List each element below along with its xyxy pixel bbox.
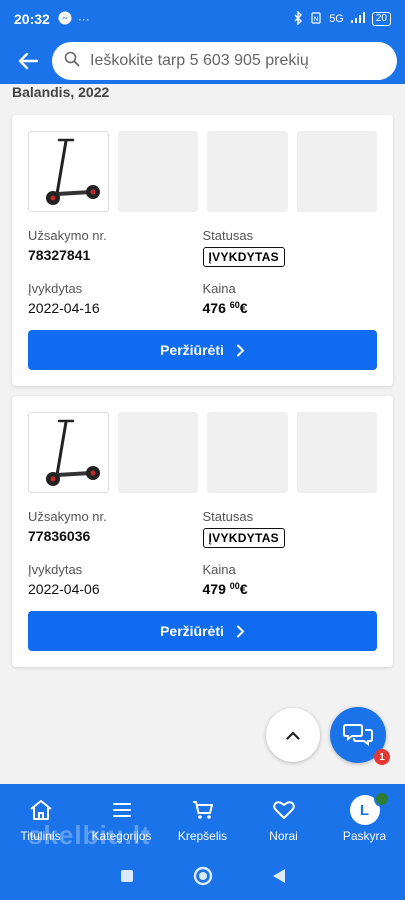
month-heading: Balandis, 2022 [12, 84, 110, 100]
price-main: 476 [202, 300, 226, 316]
thumbnail-placeholder [207, 412, 288, 493]
thumbnail-placeholder [117, 131, 199, 212]
fulfilled-label: Įvykdytas [28, 281, 83, 296]
product-thumbnail[interactable] [28, 131, 109, 212]
scooter-image [46, 419, 101, 486]
menu-icon [112, 797, 131, 823]
chat-notification-badge: 1 [374, 749, 390, 765]
chevron-right-icon [236, 344, 245, 356]
nav-label: Paskyra [342, 829, 387, 843]
nav-label: Krepšelis [177, 829, 228, 843]
nav-label: Kategorijos [91, 829, 152, 843]
view-order-label: Peržiūrėti [160, 342, 224, 358]
status-label: Statusas [202, 228, 254, 243]
chevron-right-icon [236, 625, 245, 637]
nav-item-account[interactable]: L Paskyra [324, 784, 405, 856]
nav-item-categories[interactable]: Kategorijos [81, 784, 162, 856]
status-badge: ĮVYKDYTAS [202, 528, 285, 548]
order-price: 479 00€ [203, 581, 378, 597]
thumbnail-placeholder [117, 412, 199, 493]
signal-icon [350, 11, 366, 27]
price-label: Kaina [202, 281, 236, 296]
system-navigation [0, 856, 405, 900]
nav-label: Titulinis [20, 829, 61, 843]
product-thumbnail[interactable] [28, 412, 109, 493]
order-card: Užsakymo nr. 77836036 Statusas ĮVYKDYTAS… [12, 396, 393, 667]
chevron-up-icon [286, 730, 300, 740]
avatar: L [349, 791, 390, 825]
recent-apps-button[interactable] [120, 869, 134, 888]
status-label: Statusas [202, 509, 254, 524]
thumbnail-placeholder [207, 131, 288, 212]
home-icon [29, 797, 53, 823]
view-order-label: Peržiūrėti [160, 623, 224, 639]
chat-bubbles-icon [343, 724, 373, 746]
nav-item-cart[interactable]: Krepšelis [162, 784, 243, 856]
back-button[interactable] [12, 45, 44, 77]
search-input[interactable] [90, 52, 385, 70]
bottom-navigation: Titulinis Kategorijos Krepšelis Norai L … [0, 784, 405, 856]
fulfilled-date: 2022-04-06 [28, 581, 100, 597]
heart-icon [272, 797, 295, 823]
nav-label: Norai [269, 829, 298, 843]
order-number-label: Užsakymo nr. [28, 228, 107, 243]
order-details: Užsakymo nr. 77836036 Statusas ĮVYKDYTAS… [28, 509, 377, 597]
circle-icon [193, 866, 212, 885]
order-number: 78327841 [28, 247, 91, 263]
verified-badge-icon [373, 791, 390, 807]
back-nav-button[interactable] [272, 868, 286, 889]
bluetooth-icon [293, 9, 303, 28]
more-dots-icon: ··· [77, 12, 90, 26]
price-cents: 60 [229, 300, 240, 310]
order-number-label: Užsakymo nr. [28, 509, 107, 524]
price-cents: 00 [229, 581, 240, 591]
arrow-left-icon [18, 52, 38, 70]
cart-icon [192, 797, 214, 823]
status-bar: 20:32 ··· N 5G 20 [0, 0, 405, 38]
battery-icon: 20 [371, 12, 391, 26]
chat-button[interactable]: 1 [330, 707, 390, 765]
order-details: Užsakymo nr. 78327841 Statusas ĮVYKDYTAS… [28, 228, 377, 316]
price-main: 479 [202, 581, 226, 597]
product-thumbnails [28, 131, 378, 212]
price-label: Kaina [202, 562, 236, 577]
triangle-back-icon [272, 868, 285, 883]
order-card: Užsakymo nr. 78327841 Statusas ĮVYKDYTAS… [12, 115, 393, 386]
fulfilled-label: Įvykdytas [28, 562, 83, 577]
messenger-icon [58, 11, 72, 28]
search-box[interactable] [52, 42, 397, 80]
nav-item-wishlist[interactable]: Norai [243, 784, 324, 856]
price-currency: € [239, 300, 248, 316]
order-price: 476 60€ [203, 300, 378, 316]
scooter-image [46, 138, 101, 205]
product-thumbnails [28, 412, 378, 493]
search-icon [64, 51, 80, 72]
app-header [0, 38, 405, 84]
status-time: 20:32 [14, 11, 50, 27]
vibrate-icon: N [309, 11, 323, 27]
fulfilled-date: 2022-04-16 [28, 300, 100, 316]
orders-list[interactable]: Balandis, 2022 Užsakymo nr. 78327841 Sta… [0, 84, 405, 784]
price-currency: € [239, 581, 248, 597]
network-label: 5G [329, 13, 344, 25]
view-order-button[interactable]: Peržiūrėti [28, 330, 377, 370]
home-button[interactable] [193, 866, 213, 891]
svg-text:N: N [314, 16, 319, 23]
status-badge: ĮVYKDYTAS [202, 247, 285, 267]
thumbnail-placeholder [296, 131, 378, 212]
nav-item-home[interactable]: Titulinis [0, 784, 81, 856]
square-icon [120, 869, 133, 882]
thumbnail-placeholder [296, 412, 378, 493]
view-order-button[interactable]: Peržiūrėti [28, 611, 377, 651]
order-number: 77836036 [28, 528, 91, 544]
scroll-to-top-button[interactable] [266, 708, 320, 762]
avatar-letter: L [359, 801, 370, 819]
